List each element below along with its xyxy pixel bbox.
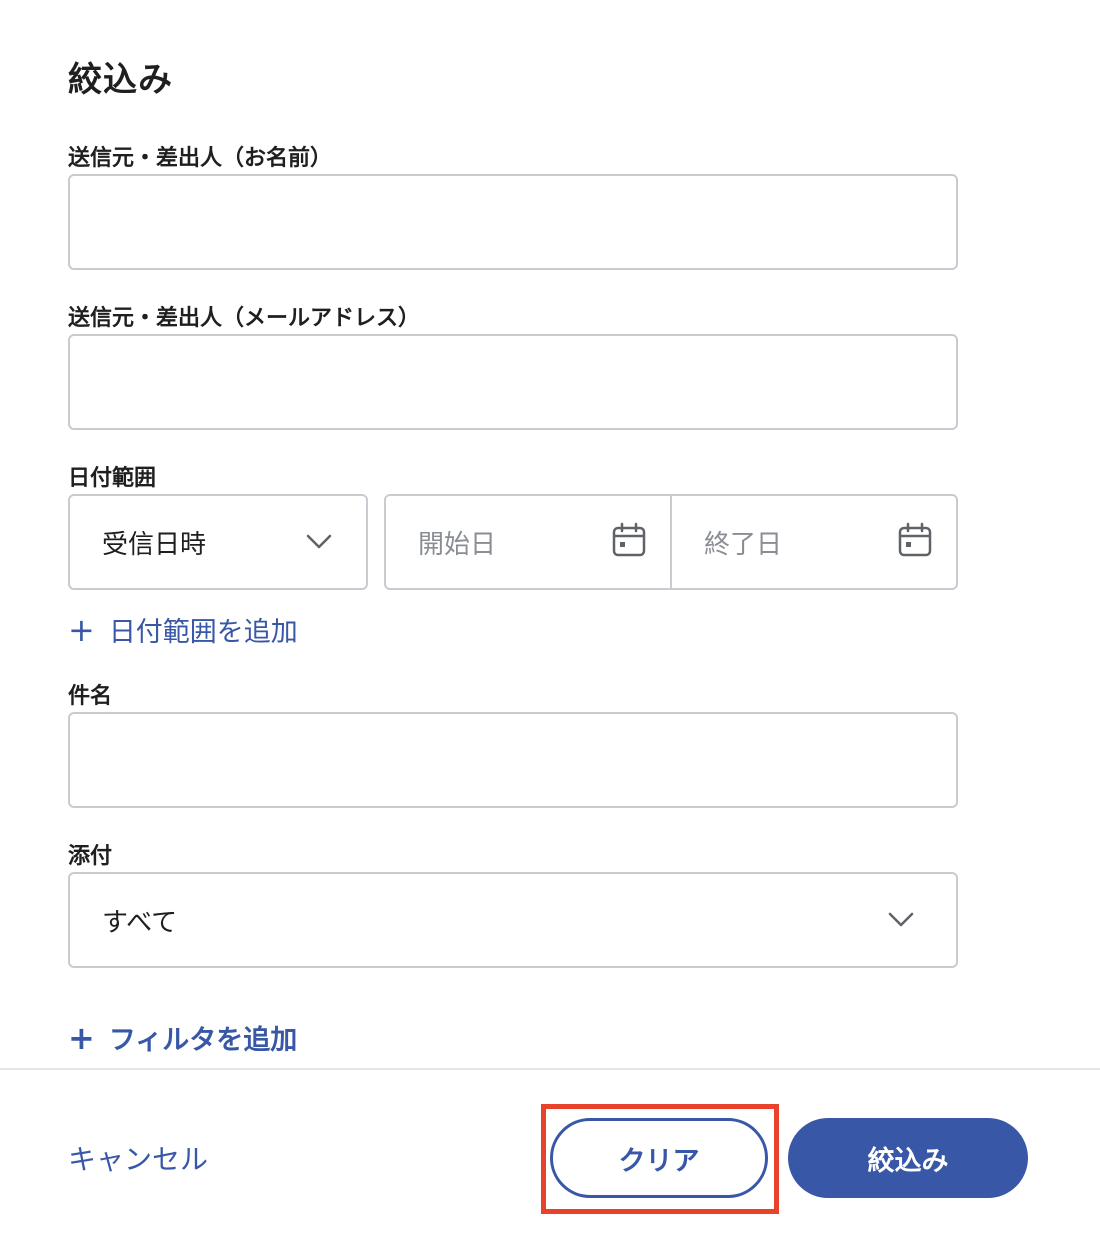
date-type-select[interactable]: 受信日時 — [68, 494, 368, 590]
chevron-down-icon — [304, 527, 334, 557]
sender-email-input[interactable] — [68, 334, 958, 430]
add-date-range-link[interactable]: + 日付範囲を追加 — [68, 610, 298, 649]
filter-panel: 絞込み 送信元・差出人（お名前） 送信元・差出人（メールアドレス） 日付範囲 受… — [0, 0, 1100, 1234]
sender-email-label: 送信元・差出人（メールアドレス） — [68, 306, 421, 331]
cancel-button[interactable]: キャンセル — [68, 1138, 208, 1178]
subject-label: 件名 — [68, 684, 113, 709]
sender-name-input[interactable] — [68, 174, 958, 270]
page-title: 絞込み — [68, 60, 173, 100]
start-date-input[interactable]: 開始日 — [386, 496, 670, 588]
calendar-icon — [896, 521, 934, 563]
end-date-input[interactable]: 終了日 — [670, 496, 956, 588]
subject-input[interactable] — [68, 712, 958, 808]
apply-filter-button[interactable]: 絞込み — [788, 1118, 1028, 1198]
date-range-label: 日付範囲 — [68, 466, 157, 491]
add-date-range-label: 日付範囲を追加 — [108, 617, 298, 648]
footer-divider — [0, 1068, 1100, 1070]
calendar-icon — [610, 521, 648, 563]
attachment-select[interactable]: すべて — [68, 872, 958, 968]
add-filter-label: フィルタを追加 — [108, 1025, 298, 1056]
date-range-inputs: 開始日 終了日 — [384, 494, 958, 590]
date-type-value: 受信日時 — [102, 529, 207, 560]
end-date-placeholder: 終了日 — [704, 529, 783, 560]
sender-name-label: 送信元・差出人（お名前） — [68, 146, 333, 171]
start-date-placeholder: 開始日 — [418, 529, 497, 560]
plus-icon: + — [68, 610, 95, 649]
attachment-label: 添付 — [68, 844, 113, 869]
attachment-value: すべて — [102, 907, 178, 938]
add-filter-link[interactable]: + フィルタを追加 — [68, 1018, 297, 1057]
chevron-down-icon — [886, 905, 916, 935]
plus-icon: + — [68, 1018, 95, 1057]
clear-button[interactable]: クリア — [550, 1118, 768, 1198]
